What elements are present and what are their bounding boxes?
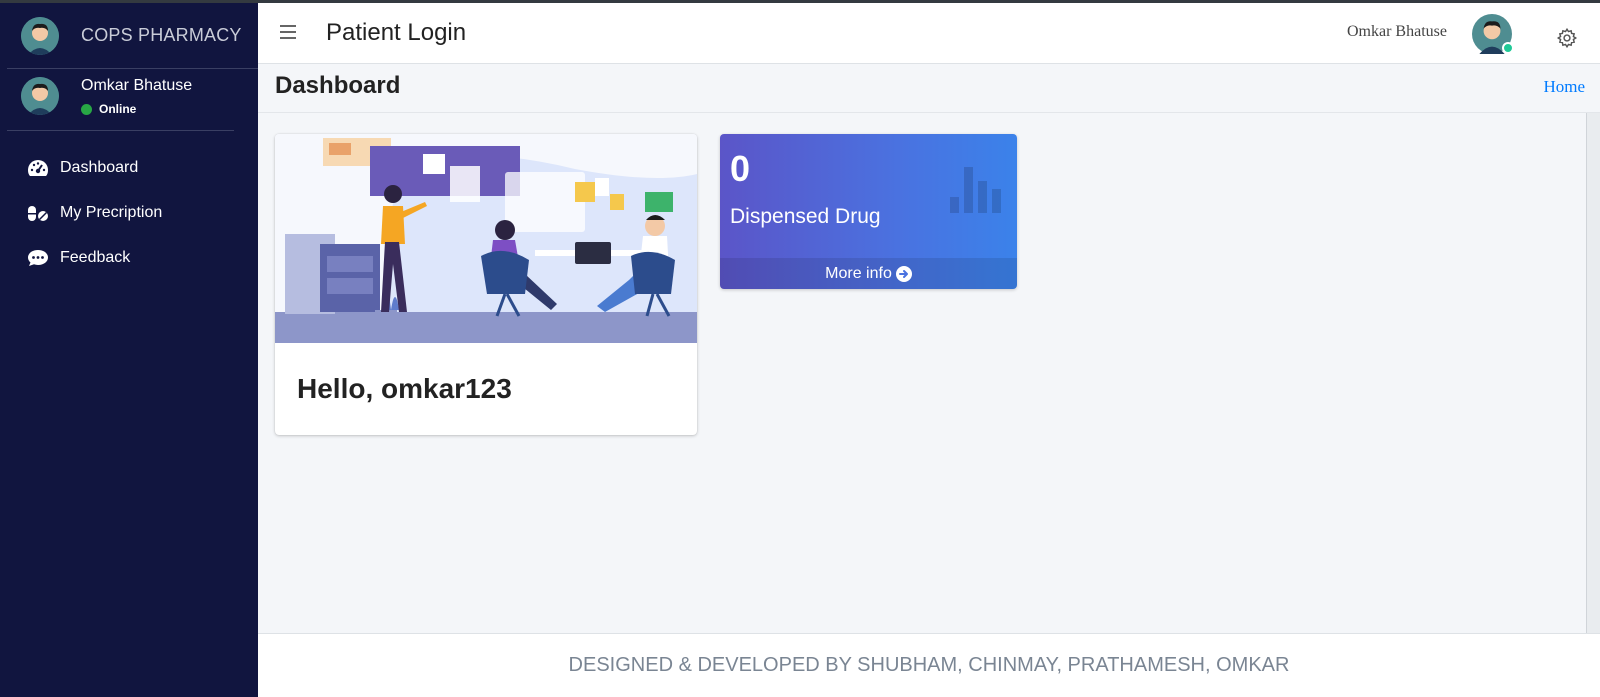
header-user-avatar[interactable] — [1472, 14, 1514, 54]
sidebar-item-my-precription[interactable]: My Precription — [0, 190, 258, 235]
welcome-message: Hello, omkar123 — [297, 373, 512, 404]
sidebar-user-avatar — [21, 77, 59, 115]
sidebar-nav: Dashboard My Precription Feedback — [0, 145, 258, 280]
sidebar-user-panel[interactable]: Omkar Bhatuse Online — [7, 69, 234, 131]
scrollbar[interactable] — [1586, 113, 1600, 633]
menu-toggle-icon[interactable] — [280, 25, 296, 39]
sidebar-item-label: My Precription — [60, 203, 163, 221]
status-text: Online — [99, 102, 137, 116]
online-status-icon — [81, 103, 92, 115]
more-info-link[interactable]: More info — [720, 258, 1017, 289]
sidebar-item-label: Dashboard — [60, 158, 139, 176]
sidebar-user-name[interactable]: Omkar Bhatuse — [81, 77, 192, 95]
sidebar: COPS PHARMACY Omkar Bhatuse Online Dashb… — [0, 3, 258, 697]
footer-credits: DESIGNED & DEVELOPED BY SHUBHAM, CHINMAY… — [568, 654, 1290, 676]
brand-name: COPS PHARMACY — [81, 25, 242, 45]
brand-link[interactable]: COPS PHARMACY — [7, 3, 258, 69]
more-info-label: More info — [825, 264, 892, 282]
content-header: Dashboard Home — [258, 64, 1600, 113]
tachometer-icon — [27, 158, 49, 178]
user-status: Online — [81, 102, 192, 116]
comment-dots-icon — [27, 248, 49, 268]
breadcrumb-home-link[interactable]: Home — [1543, 77, 1585, 97]
header-user-name[interactable]: Omkar Bhatuse — [1347, 23, 1447, 41]
page-header-title: Patient Login — [326, 19, 467, 46]
sidebar-item-feedback[interactable]: Feedback — [0, 235, 258, 280]
pills-icon — [27, 203, 49, 223]
gear-icon[interactable] — [1556, 27, 1578, 49]
bar-chart-icon — [950, 167, 1002, 213]
dispensed-drug-stat-box: 0 Dispensed Drug More info — [720, 134, 1017, 289]
dashboard-illustration — [275, 134, 697, 343]
stat-value: 0 — [730, 148, 751, 189]
welcome-card: Hello, omkar123 — [275, 134, 697, 435]
arrow-circle-right-icon — [895, 265, 912, 282]
sidebar-item-label: Feedback — [60, 248, 131, 266]
page-title: Dashboard — [275, 72, 401, 99]
sidebar-item-dashboard[interactable]: Dashboard — [0, 145, 258, 190]
brand-logo-avatar — [21, 16, 59, 55]
stat-label: Dispensed Drug — [730, 205, 881, 228]
top-navbar: Patient Login Omkar Bhatuse — [258, 3, 1600, 64]
online-indicator-icon — [1502, 42, 1514, 54]
page-footer: DESIGNED & DEVELOPED BY SHUBHAM, CHINMAY… — [258, 633, 1600, 697]
